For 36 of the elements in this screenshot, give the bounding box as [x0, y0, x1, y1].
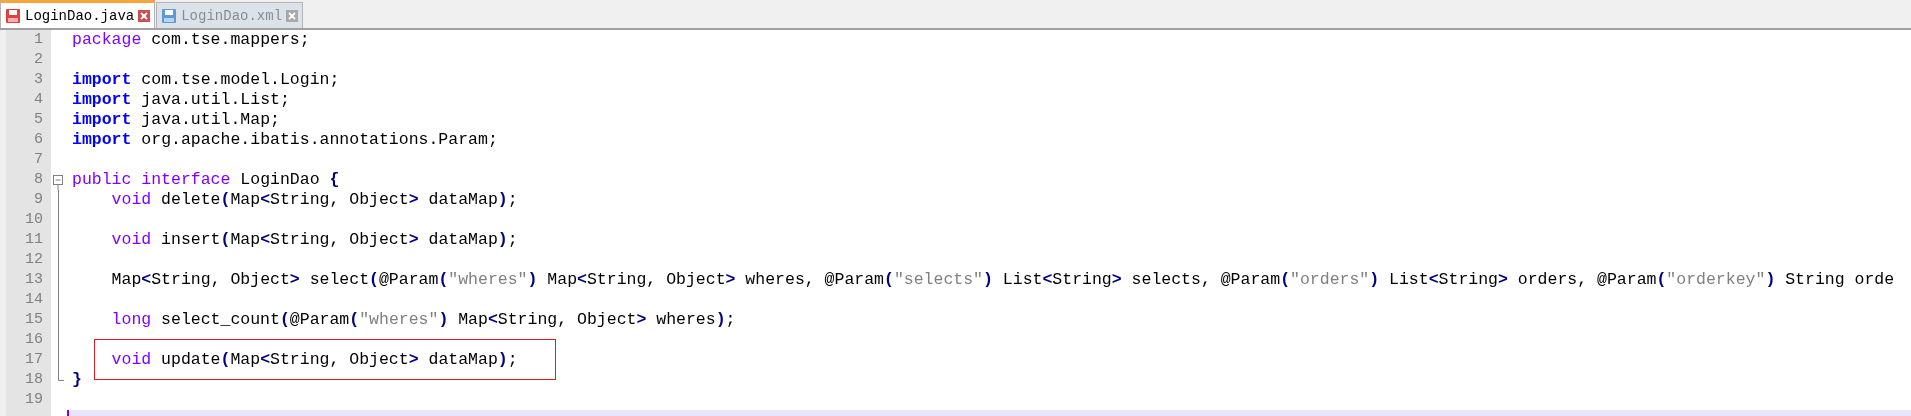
line-number: 1: [34, 31, 43, 48]
code-line: void insert(Map<String, Object> dataMap);: [111, 230, 518, 249]
line-number: 18: [25, 371, 43, 388]
file-tab[interactable]: LoginDao.java: [0, 0, 156, 28]
close-icon[interactable]: [286, 9, 299, 22]
code-line: public interface LoginDao {: [72, 170, 340, 189]
line-number: 4: [34, 91, 43, 108]
line-number: 7: [34, 151, 43, 168]
line-number: 6: [34, 131, 43, 148]
line-number: 17: [25, 351, 43, 368]
code-line: void update(Map<String, Object> dataMap);: [111, 350, 518, 369]
line-number: 19: [25, 391, 43, 408]
line-number: 14: [25, 291, 43, 308]
line-number: 12: [25, 251, 43, 268]
line-number: 16: [25, 331, 43, 348]
code-line: import java.util.Map;: [72, 110, 280, 129]
fold-collapse-icon[interactable]: [53, 175, 64, 190]
line-number: 2: [34, 51, 43, 68]
code-line: package com.tse.mappers;: [72, 30, 310, 49]
line-number: 5: [34, 111, 43, 128]
code-line: Map<String, Object> select(@Param("wheres") Map<String, Object> wheres, @Param("selects") List<String> selects, @Param("orders") List<String> orders, @Param("orderkey") String orde: [111, 270, 1895, 289]
line-number: 8: [34, 171, 43, 188]
code-line: import com.tse.model.Login;: [72, 70, 340, 89]
code-line: }: [72, 370, 82, 389]
close-icon[interactable]: [138, 9, 151, 22]
code-line: void delete(Map<String, Object> dataMap);: [111, 190, 518, 209]
fold-end-icon: [58, 370, 64, 381]
line-number: 3: [34, 71, 43, 88]
line-number: 15: [25, 311, 43, 328]
line-number: 11: [25, 231, 43, 248]
code-line: long select_count(@Param("wheres") Map<String, Object> wheres);: [111, 310, 736, 329]
code-line: import java.util.List;: [72, 90, 290, 109]
line-number: 10: [25, 211, 43, 228]
line-number: 9: [34, 191, 43, 208]
line-number: 13: [25, 271, 43, 288]
code-line: import org.apache.ibatis.annotations.Param;: [72, 130, 498, 149]
